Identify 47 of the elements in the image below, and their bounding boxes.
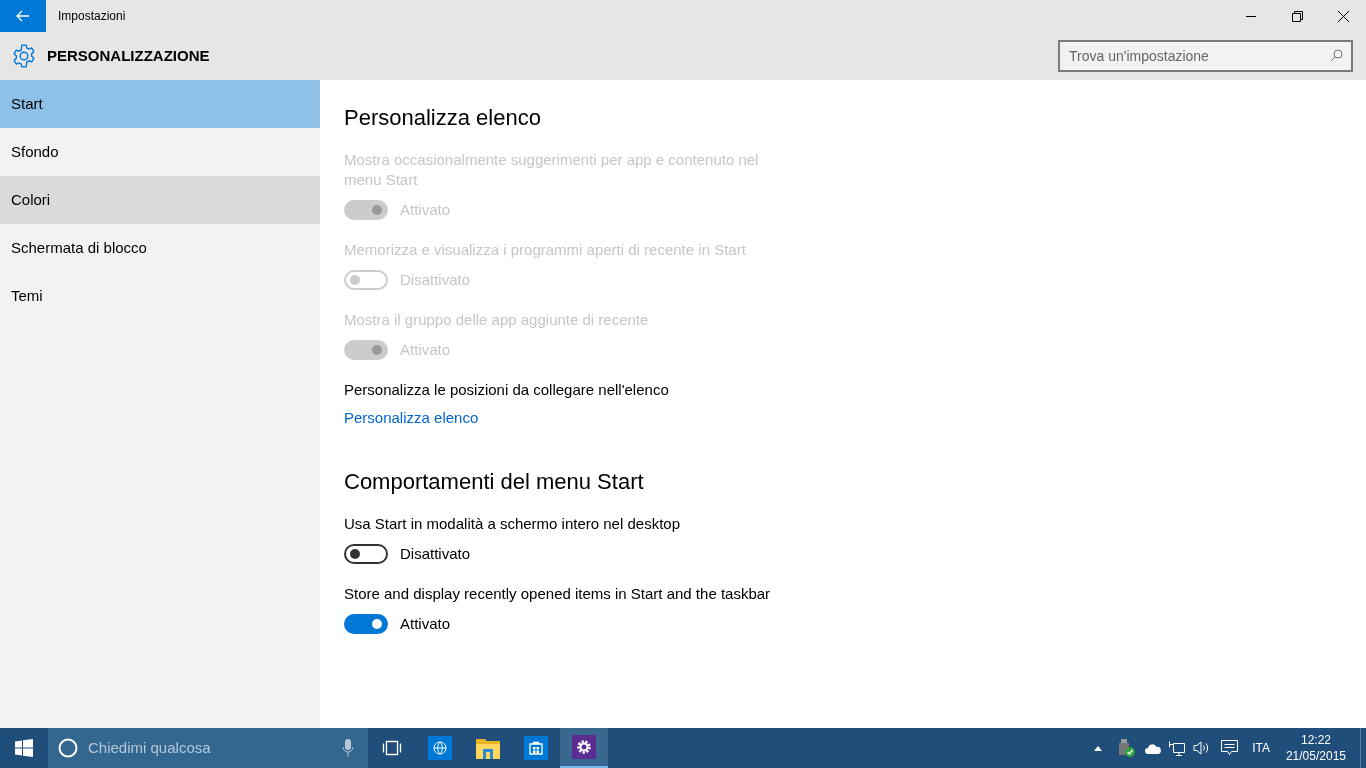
task-view-icon	[382, 740, 402, 756]
language-indicator[interactable]: ITA	[1252, 739, 1270, 757]
section-heading: Personalizza elenco	[344, 104, 541, 132]
windows-logo-icon	[15, 739, 33, 757]
sidebar-item[interactable]: Start	[0, 80, 320, 128]
search-box[interactable]: Chiedimi qualcosa	[48, 728, 368, 768]
microphone-icon	[342, 738, 354, 758]
setting-label: Store and display recently opened items in Start and the taskbar	[344, 584, 771, 604]
caret-up-icon[interactable]	[1094, 745, 1103, 751]
network-icon[interactable]	[1169, 740, 1186, 756]
restore-icon	[1291, 10, 1303, 22]
search-icon	[1330, 49, 1343, 62]
section-heading: Comportamenti del menu Start	[344, 468, 644, 496]
taskbar-app-button[interactable]	[560, 728, 608, 768]
toggle-state-label: Attivato	[400, 340, 451, 360]
shopping-bag-icon	[524, 736, 548, 760]
setting-label: Usa Start in modalità a schermo intero nel desktop	[344, 514, 680, 534]
toggle-state-label: Disattivato	[400, 544, 471, 564]
search-field[interactable]: Trova un'impostazione	[1058, 40, 1353, 72]
search-placeholder: Chiedimi qualcosa	[88, 737, 211, 758]
clock-time[interactable]: 12:22	[1300, 732, 1331, 748]
speaker-icon[interactable]	[1193, 741, 1211, 755]
setting-label: Mostra occasionalmente suggerimenti per app e contenuto nel menu Start	[344, 150, 760, 190]
notification-icon[interactable]	[1221, 740, 1239, 756]
sidebar-item[interactable]: Colori	[0, 176, 320, 224]
close-icon	[1337, 10, 1349, 22]
globe-icon	[428, 736, 452, 760]
gear-icon	[572, 735, 596, 759]
toggle-state-label: Attivato	[400, 614, 451, 634]
minimize-icon	[1246, 15, 1256, 17]
toggle-switch[interactable]	[344, 614, 388, 634]
usb-drive-icon[interactable]	[1118, 739, 1136, 757]
back-button[interactable]	[0, 0, 46, 32]
circle-icon	[58, 738, 78, 758]
setting-label: Personalizza le posizioni da collegare nell'elenco	[344, 380, 669, 400]
window-title: Impostazioni	[58, 8, 126, 25]
toggle-switch[interactable]	[344, 544, 388, 564]
clock-date[interactable]: 21/05/2015	[1285, 748, 1346, 764]
folder-icon	[476, 737, 500, 759]
toggle-state-label: Attivato	[400, 200, 451, 220]
toggle-state-label: Disattivato	[400, 270, 471, 290]
page-header: PERSONALIZZAZIONE	[47, 45, 210, 66]
setting-label: Mostra il gruppo delle app aggiunte di recente	[344, 310, 649, 330]
back-arrow-icon	[16, 10, 30, 22]
customize-list-link[interactable]: Personalizza elenco	[344, 408, 479, 428]
settings-icon	[11, 43, 37, 69]
cloud-icon[interactable]	[1145, 742, 1162, 754]
